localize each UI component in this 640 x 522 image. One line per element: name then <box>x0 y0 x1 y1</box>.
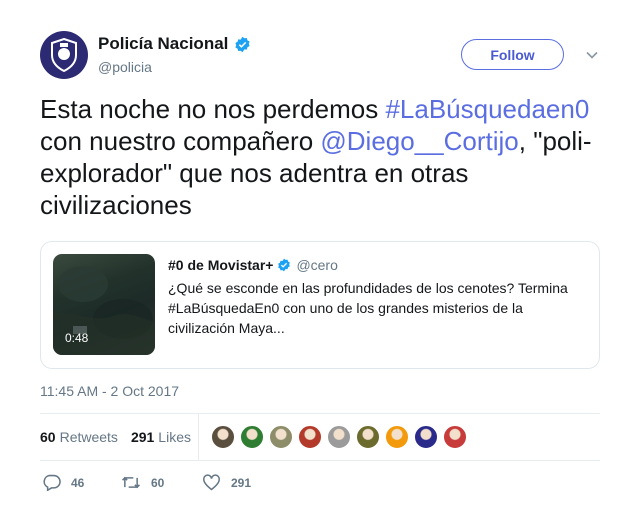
liker-avatar[interactable] <box>356 425 380 449</box>
video-duration: 0:48 <box>65 331 89 345</box>
card-text: ¿Qué se esconde en las profundidades de … <box>168 280 568 336</box>
engagement-stats: 60 Retweets 291 Likes <box>40 429 191 445</box>
video-thumbnail[interactable]: 0:48 <box>53 254 155 355</box>
author-handle[interactable]: @policia <box>98 59 152 75</box>
author-avatar[interactable] <box>40 31 88 79</box>
heart-icon <box>203 474 220 491</box>
like-action[interactable]: 291 <box>202 474 251 491</box>
follow-button[interactable]: Follow <box>461 39 564 70</box>
liker-avatar[interactable] <box>443 425 467 449</box>
liker-avatar[interactable] <box>385 425 409 449</box>
verified-badge-icon <box>235 36 250 52</box>
author-name[interactable]: Policía Nacional <box>98 34 251 54</box>
retweet-count: 60 <box>151 475 165 490</box>
liker-avatar[interactable] <box>211 425 235 449</box>
liker-avatar[interactable] <box>327 425 351 449</box>
divider <box>40 413 600 414</box>
police-badge-icon <box>51 38 77 72</box>
tweet-text-part: Esta noche no nos perdemos <box>40 94 386 124</box>
verified-badge-icon <box>278 258 291 272</box>
liker-avatar[interactable] <box>298 425 322 449</box>
liker-avatars <box>211 425 472 449</box>
liker-avatar[interactable] <box>269 425 293 449</box>
liker-avatar[interactable] <box>414 425 438 449</box>
card-header: #0 de Movistar+ @cero <box>168 257 338 273</box>
media-card[interactable]: 0:48 #0 de Movistar+ @cero ¿Qué se escon… <box>40 241 600 369</box>
likes-count[interactable]: 291 <box>131 429 154 445</box>
reply-action[interactable]: 46 <box>42 474 84 491</box>
reply-icon <box>43 474 61 491</box>
retweet-icon <box>121 476 141 489</box>
author-name-text[interactable]: Policía Nacional <box>98 34 228 54</box>
tweet-text: Esta noche no nos perdemos #LaBúsquedaen… <box>40 93 600 221</box>
retweets-count[interactable]: 60 <box>40 429 56 445</box>
divider <box>40 460 600 461</box>
card-account-handle[interactable]: @cero <box>296 257 337 273</box>
mention-link[interactable]: @Diego__Cortijo <box>320 126 518 156</box>
liker-avatar[interactable] <box>240 425 264 449</box>
card-account-name[interactable]: #0 de Movistar+ <box>168 257 273 273</box>
chevron-down-icon[interactable] <box>584 47 600 63</box>
stats-separator <box>198 414 199 460</box>
tweet-text-part: con nuestro compañero <box>40 126 321 156</box>
retweet-action[interactable]: 60 <box>121 474 164 491</box>
retweets-label[interactable]: Retweets <box>60 429 118 445</box>
hashtag-link[interactable]: #LaBúsquedaen0 <box>385 94 589 124</box>
reply-count: 46 <box>71 475 85 490</box>
likes-label[interactable]: Likes <box>158 429 191 445</box>
like-count: 291 <box>231 475 252 490</box>
tweet-timestamp[interactable]: 11:45 AM - 2 Oct 2017 <box>40 383 179 399</box>
